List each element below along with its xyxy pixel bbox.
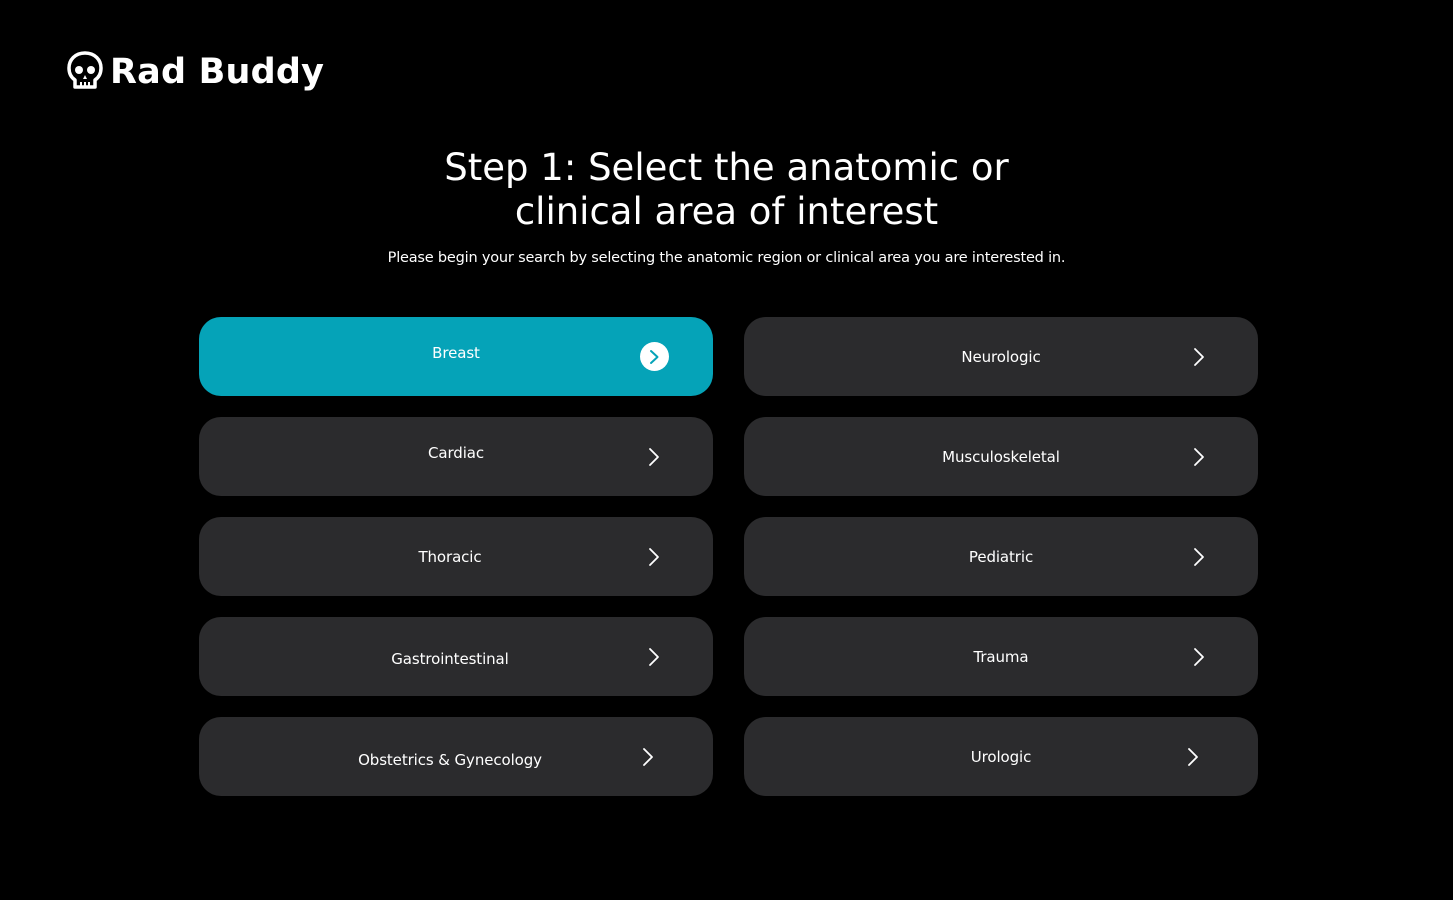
chevron-right-icon bbox=[1184, 542, 1214, 572]
chevron-right-icon bbox=[639, 542, 669, 572]
area-card-thoracic[interactable]: Thoracic bbox=[199, 517, 713, 596]
area-card-urologic[interactable]: Urologic bbox=[744, 717, 1258, 796]
area-card-pediatric[interactable]: Pediatric bbox=[744, 517, 1258, 596]
area-grid: Breast Neurologic Cardiac Musculoskeleta… bbox=[199, 317, 1258, 796]
chevron-right-icon bbox=[1184, 342, 1214, 372]
area-card-cardiac[interactable]: Cardiac bbox=[199, 417, 713, 496]
area-card-label: Trauma bbox=[973, 647, 1029, 666]
chevron-right-icon bbox=[633, 742, 663, 772]
chevron-right-icon bbox=[639, 442, 669, 472]
area-card-label: Gastrointestinal bbox=[391, 649, 509, 668]
area-card-label: Musculoskeletal bbox=[942, 447, 1060, 466]
area-card-label: Pediatric bbox=[968, 547, 1034, 566]
area-card-musculoskeletal[interactable]: Musculoskeletal bbox=[744, 417, 1258, 496]
area-card-breast[interactable]: Breast bbox=[199, 317, 713, 396]
area-card-label: Urologic bbox=[970, 747, 1032, 766]
page-title: Step 1: Select the anatomic or clinical … bbox=[444, 146, 1009, 233]
chevron-right-icon bbox=[1184, 442, 1214, 472]
area-card-label: Cardiac bbox=[428, 443, 484, 462]
chevron-right-icon bbox=[639, 642, 669, 672]
area-card-trauma[interactable]: Trauma bbox=[744, 617, 1258, 696]
area-card-label: Obstetrics & Gynecology bbox=[358, 750, 542, 769]
page-header: Step 1: Select the anatomic or clinical … bbox=[0, 146, 1453, 266]
chevron-right-icon bbox=[1184, 642, 1214, 672]
skull-icon bbox=[66, 50, 104, 94]
app-logo[interactable]: Rad Buddy bbox=[66, 50, 324, 94]
area-card-neurologic[interactable]: Neurologic bbox=[744, 317, 1258, 396]
area-card-gastrointestinal[interactable]: Gastrointestinal bbox=[199, 617, 713, 696]
area-card-obstetrics-gynecology[interactable]: Obstetrics & Gynecology bbox=[199, 717, 713, 796]
area-card-label: Neurologic bbox=[961, 347, 1041, 366]
area-card-label: Breast bbox=[432, 343, 480, 362]
page-subtitle: Please begin your search by selecting th… bbox=[387, 250, 1066, 266]
app-name: Rad Buddy bbox=[110, 51, 325, 92]
chevron-right-icon bbox=[639, 342, 669, 372]
area-card-label: Thoracic bbox=[418, 547, 482, 566]
chevron-right-icon bbox=[1178, 742, 1208, 772]
